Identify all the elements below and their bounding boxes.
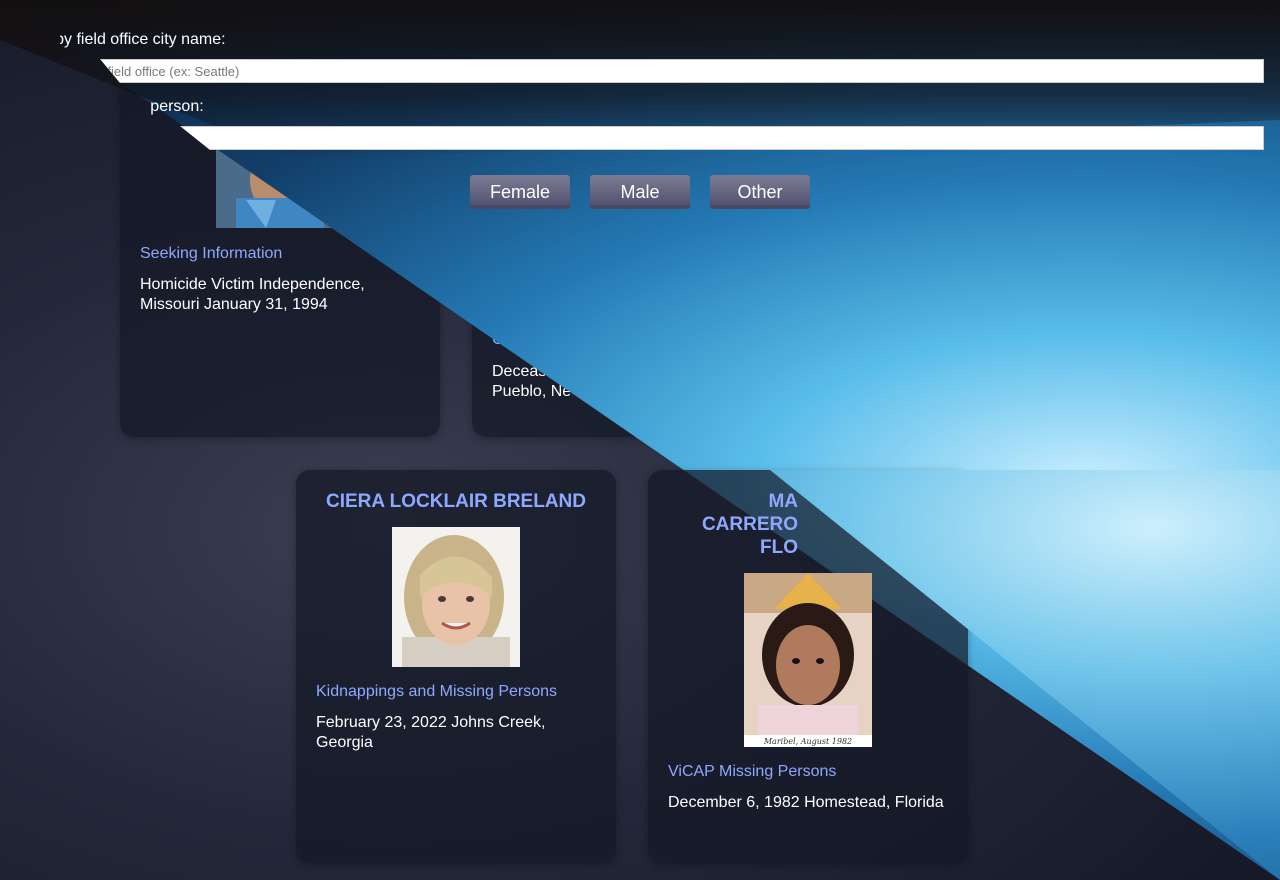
- card-category[interactable]: Seeking Information: [140, 245, 282, 263]
- card-photo: [392, 527, 520, 667]
- city-search-input[interactable]: [100, 59, 1264, 83]
- filter-male-button[interactable]: Male: [590, 175, 690, 209]
- card-category[interactable]: ViCAP Missing Persons: [668, 763, 836, 781]
- card-title[interactable]: CIERA LOCKLAIR BRELAND: [296, 490, 616, 513]
- photo-caption: Maribel, August 1982: [763, 737, 852, 746]
- card-description: Homicide Victim Independence, Missouri J…: [140, 276, 365, 313]
- card-ciera-breland[interactable]: CIERA LOCKLAIR BRELAND Kidnappings and M…: [296, 470, 616, 863]
- card-description: Deceas Pueblo, Ne: [492, 363, 572, 400]
- filter-other-button[interactable]: Other: [710, 175, 810, 209]
- filter-female-button[interactable]: Female: [470, 175, 570, 209]
- card-title-wrap: MA CARRERO FLO: [668, 490, 798, 559]
- card-category[interactable]: C: [492, 331, 504, 349]
- card-title[interactable]: MA CARRERO FLO: [668, 490, 798, 559]
- card-category[interactable]: Kidnappings and Missing Persons: [316, 683, 557, 701]
- card-description: December 6, 1982 Homestead, Florida: [668, 794, 944, 811]
- card-title-wrap: CIERA LOCKLAIR BRELAND: [296, 490, 616, 513]
- card-photo: Maribel, August 1982: [744, 573, 872, 747]
- card-description: February 23, 2022 Johns Creek, Georgia: [316, 714, 546, 751]
- card-maribel-carrero-flores[interactable]: MA CARRERO FLO Maribel, August 1982 ViCA…: [648, 470, 968, 863]
